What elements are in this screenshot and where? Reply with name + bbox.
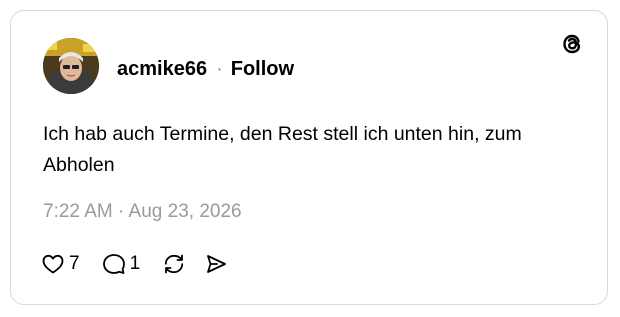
separator-dot: · — [216, 58, 223, 80]
like-count: 7 — [69, 253, 80, 274]
heart-icon — [41, 252, 65, 276]
avatar[interactable] — [43, 38, 99, 94]
follow-button[interactable]: Follow — [231, 58, 294, 80]
send-icon — [204, 252, 228, 276]
post-timestamp[interactable]: 7:22 AM · Aug 23, 2026 — [43, 200, 242, 224]
like-button[interactable]: 7 — [41, 252, 80, 276]
repost-icon — [162, 252, 186, 276]
post-card: acmike66 · Follow Ich hab auch Termine, de… — [10, 10, 608, 305]
threads-logo-icon[interactable] — [559, 31, 585, 57]
username-link[interactable]: acmike66 — [117, 58, 207, 80]
post-header: acmike66 · Follow — [117, 57, 294, 81]
post-text: Ich hab auch Termine, den Rest stell ich… — [43, 123, 522, 176]
reply-count: 1 — [129, 253, 141, 274]
share-button[interactable] — [204, 252, 228, 276]
action-bar: 7 1 — [41, 250, 228, 278]
reply-button[interactable]: 1 — [102, 252, 141, 276]
comment-bubble-icon — [102, 252, 126, 276]
repost-button[interactable] — [162, 252, 186, 276]
